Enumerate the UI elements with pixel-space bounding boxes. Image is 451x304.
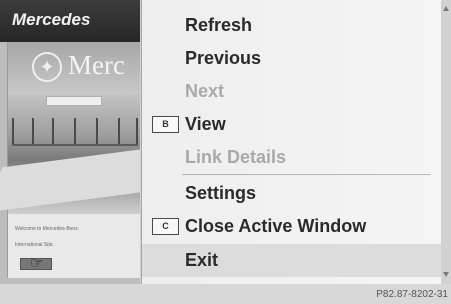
browser-window[interactable]: Mercedes ✦ Merc Welcome to Mercedes-Benz… (0, 0, 140, 284)
close-key-icon: C (152, 218, 179, 235)
menu-scrollbar[interactable] (441, 0, 451, 284)
scroll-up-icon[interactable] (443, 6, 449, 11)
menu-item-exit[interactable]: Exit (142, 244, 442, 277)
brand-name: Mercedes (12, 10, 91, 29)
menu-divider (182, 174, 430, 175)
menu-item-label: Settings (185, 183, 257, 203)
menu-item-label: Exit (185, 250, 219, 270)
options-menu: Refresh Previous Next B View Link Detail… (141, 0, 442, 284)
menu-item-label: Link Details (185, 147, 287, 167)
menu-item-next: Next (142, 75, 442, 108)
menu-item-settings[interactable]: Settings (142, 177, 442, 210)
view-key-icon: B (152, 116, 179, 133)
menu-item-label: Close Active Window (185, 216, 367, 236)
menu-item-previous[interactable]: Previous (142, 42, 442, 75)
menu-item-refresh[interactable]: Refresh (142, 9, 442, 42)
menu-item-label: Next (185, 81, 225, 101)
hero-banner: ✦ Merc (8, 42, 140, 94)
web-page-preview: ✦ Merc Welcome to Mercedes-Benz. Interna… (0, 42, 140, 278)
hero-word: Merc (68, 50, 125, 80)
figure-caption: P82.87-8202-31 (376, 289, 448, 300)
international-text: International Site. (15, 242, 54, 248)
menu-item-link-details: Link Details (142, 141, 442, 174)
head-unit-screen: Mercedes ✦ Merc Welcome to Mercedes-Benz… (0, 0, 451, 284)
scroll-down-icon[interactable] (443, 272, 449, 277)
menu-item-view[interactable]: B View (142, 108, 442, 141)
mercedes-star-icon: ✦ (32, 52, 62, 82)
photo-banner (46, 96, 102, 106)
road-lane (0, 145, 140, 213)
hero-photo (0, 94, 140, 214)
pointer-hand-icon: ☞ (30, 255, 44, 272)
fence-posts (12, 118, 138, 146)
welcome-text: Welcome to Mercedes-Benz. (15, 226, 80, 232)
menu-item-label: Previous (185, 48, 262, 68)
menu-item-close-active-window[interactable]: C Close Active Window (142, 210, 442, 243)
brand-bar: Mercedes (0, 0, 140, 42)
menu-item-label: View (185, 114, 226, 134)
menu-item-label: Refresh (185, 15, 253, 35)
